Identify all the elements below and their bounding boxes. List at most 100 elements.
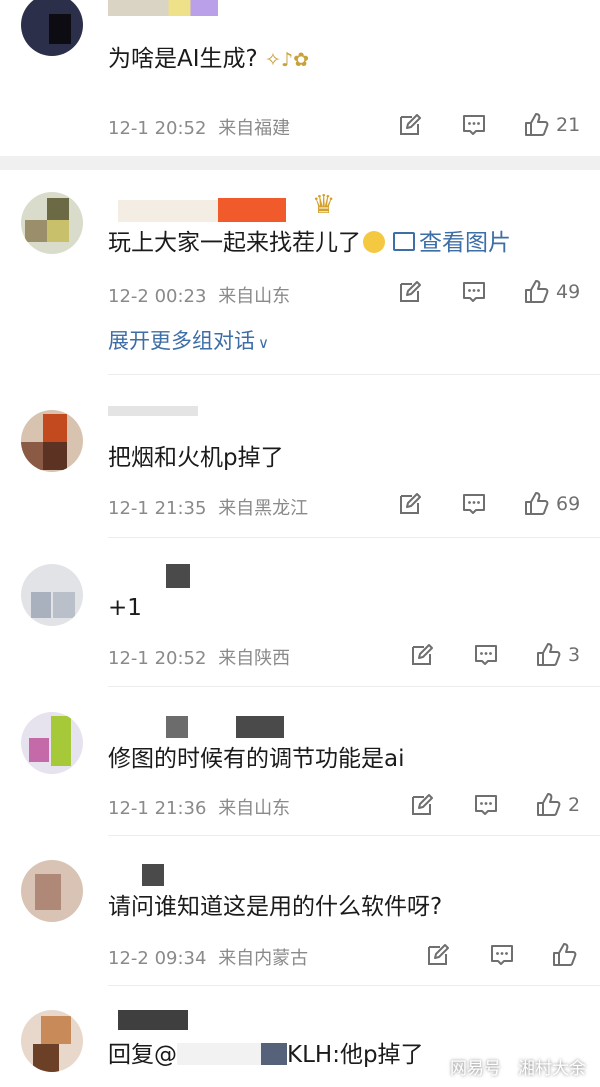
forward-button[interactable]	[398, 280, 422, 304]
comment-icon	[475, 795, 497, 815]
comment-icon	[491, 945, 513, 965]
reply-button[interactable]	[462, 280, 486, 304]
comment-date: 12-1 20:52	[108, 648, 207, 669]
reply-button[interactable]	[462, 492, 486, 516]
forward-button[interactable]	[410, 643, 434, 667]
comment-divider	[108, 374, 600, 375]
like-button[interactable]: 21	[524, 112, 580, 138]
like-count: 69	[556, 493, 581, 515]
username-redacted[interactable]	[108, 406, 198, 416]
avatar[interactable]	[21, 860, 83, 922]
like-button[interactable]	[552, 942, 578, 968]
username-redacted[interactable]	[166, 564, 190, 588]
comment-location: 来自内蒙古	[218, 948, 309, 969]
like-count: 21	[556, 114, 581, 136]
comment-date: 12-1 21:35	[108, 498, 207, 519]
comment-text: 请问谁知道这是用的什么软件呀?	[108, 894, 443, 920]
comment-location: 来自陕西	[218, 648, 291, 669]
reply-button[interactable]	[490, 943, 514, 967]
comment-text: 玩上大家一起来找茬儿了 查看图片	[108, 230, 511, 256]
comment-date: 12-1 21:36	[108, 798, 207, 819]
avatar[interactable]	[21, 1010, 83, 1072]
comment-date: 12-1 20:52	[108, 118, 207, 139]
thumbs-up-icon	[537, 643, 561, 666]
image-link[interactable]: 查看图片	[393, 230, 511, 256]
chevron-down-icon: ∨	[258, 334, 269, 352]
like-count: 3	[568, 644, 581, 666]
comment-meta: 12-1 21:36 来自山东	[108, 794, 290, 820]
like-button[interactable]: 69	[524, 491, 580, 517]
comment-meta: 12-1 21:35 来自黑龙江	[108, 494, 308, 520]
comment-location: 来自福建	[218, 118, 291, 139]
comment-divider	[108, 985, 600, 986]
edit-icon	[400, 114, 421, 135]
image-icon	[393, 232, 415, 251]
comment-location: 来自山东	[218, 798, 291, 819]
comment-meta: 12-1 20:52 来自福建	[108, 114, 290, 140]
comment-location: 来自黑龙江	[218, 498, 309, 519]
forward-button[interactable]	[398, 492, 422, 516]
edit-icon	[400, 493, 421, 514]
thumbs-up-icon	[525, 492, 549, 515]
comment-icon	[463, 282, 485, 302]
like-button[interactable]: 3	[536, 642, 580, 668]
forward-button[interactable]	[426, 943, 450, 967]
comment-text: +1	[108, 595, 142, 621]
thumbs-up-icon	[553, 943, 577, 966]
reply-text: 回复@ KLH:他p掉了	[108, 1042, 424, 1068]
reply-button[interactable]	[462, 113, 486, 137]
mention-redacted[interactable]	[177, 1043, 261, 1065]
username-redacted[interactable]	[108, 0, 218, 16]
comment-icon	[475, 645, 497, 665]
comment-meta: 12-2 00:23 来自山东	[108, 282, 290, 308]
thumbs-up-icon	[525, 280, 549, 303]
username-redacted[interactable]	[118, 200, 218, 222]
username-redacted[interactable]	[218, 198, 286, 222]
comment-meta: 12-1 20:52 来自陕西	[108, 644, 290, 670]
like-button[interactable]: 2	[536, 792, 580, 818]
edit-icon	[428, 944, 449, 965]
comment-icon	[463, 494, 485, 514]
edit-icon	[400, 281, 421, 302]
watermark-left: 网易号	[450, 1059, 501, 1079]
comment-icon	[463, 115, 485, 135]
comment-text: 把烟和火机p掉了	[108, 445, 284, 471]
username-redacted[interactable]	[236, 716, 284, 738]
avatar[interactable]	[21, 712, 83, 774]
comment-text: 为啥是AI生成? ✧♪✿	[108, 46, 310, 72]
username-redacted[interactable]	[118, 1010, 188, 1030]
comment-location: 来自山东	[218, 286, 291, 307]
avatar[interactable]	[21, 0, 83, 56]
edit-icon	[412, 644, 433, 665]
like-count: 49	[556, 281, 581, 303]
avatar[interactable]	[21, 410, 83, 472]
avatar[interactable]	[21, 192, 83, 254]
reply-button[interactable]	[474, 793, 498, 817]
expand-replies-link[interactable]: 展开更多组对话 ∨	[108, 325, 269, 355]
section-divider	[0, 156, 600, 170]
crying-emoji-icon	[363, 231, 385, 253]
comment-divider	[108, 835, 600, 836]
comment-date: 12-2 09:34	[108, 948, 207, 969]
edit-icon	[412, 794, 433, 815]
thumbs-up-icon	[525, 113, 549, 136]
username-redacted[interactable]	[166, 716, 188, 738]
username-redacted[interactable]	[142, 864, 164, 886]
like-button[interactable]: 49	[524, 279, 580, 305]
comment-divider	[108, 686, 600, 687]
avatar[interactable]	[21, 564, 83, 626]
watermark-separator	[509, 1061, 510, 1077]
comment-divider	[108, 537, 600, 538]
forward-button[interactable]	[410, 793, 434, 817]
watermark: 网易号 湘村大余	[450, 1054, 586, 1079]
watermark-right: 湘村大余	[518, 1059, 586, 1079]
thumbs-up-icon	[537, 793, 561, 816]
crown-badge-icon: ♛	[312, 190, 336, 220]
comment-date: 12-2 00:23	[108, 286, 207, 307]
like-count: 2	[568, 794, 581, 816]
emoji-sticker-icon: ✧♪✿	[265, 49, 310, 71]
mention-redacted[interactable]	[261, 1043, 287, 1065]
comment-text: 修图的时候有的调节功能是ai	[108, 746, 405, 772]
forward-button[interactable]	[398, 113, 422, 137]
reply-button[interactable]	[474, 643, 498, 667]
